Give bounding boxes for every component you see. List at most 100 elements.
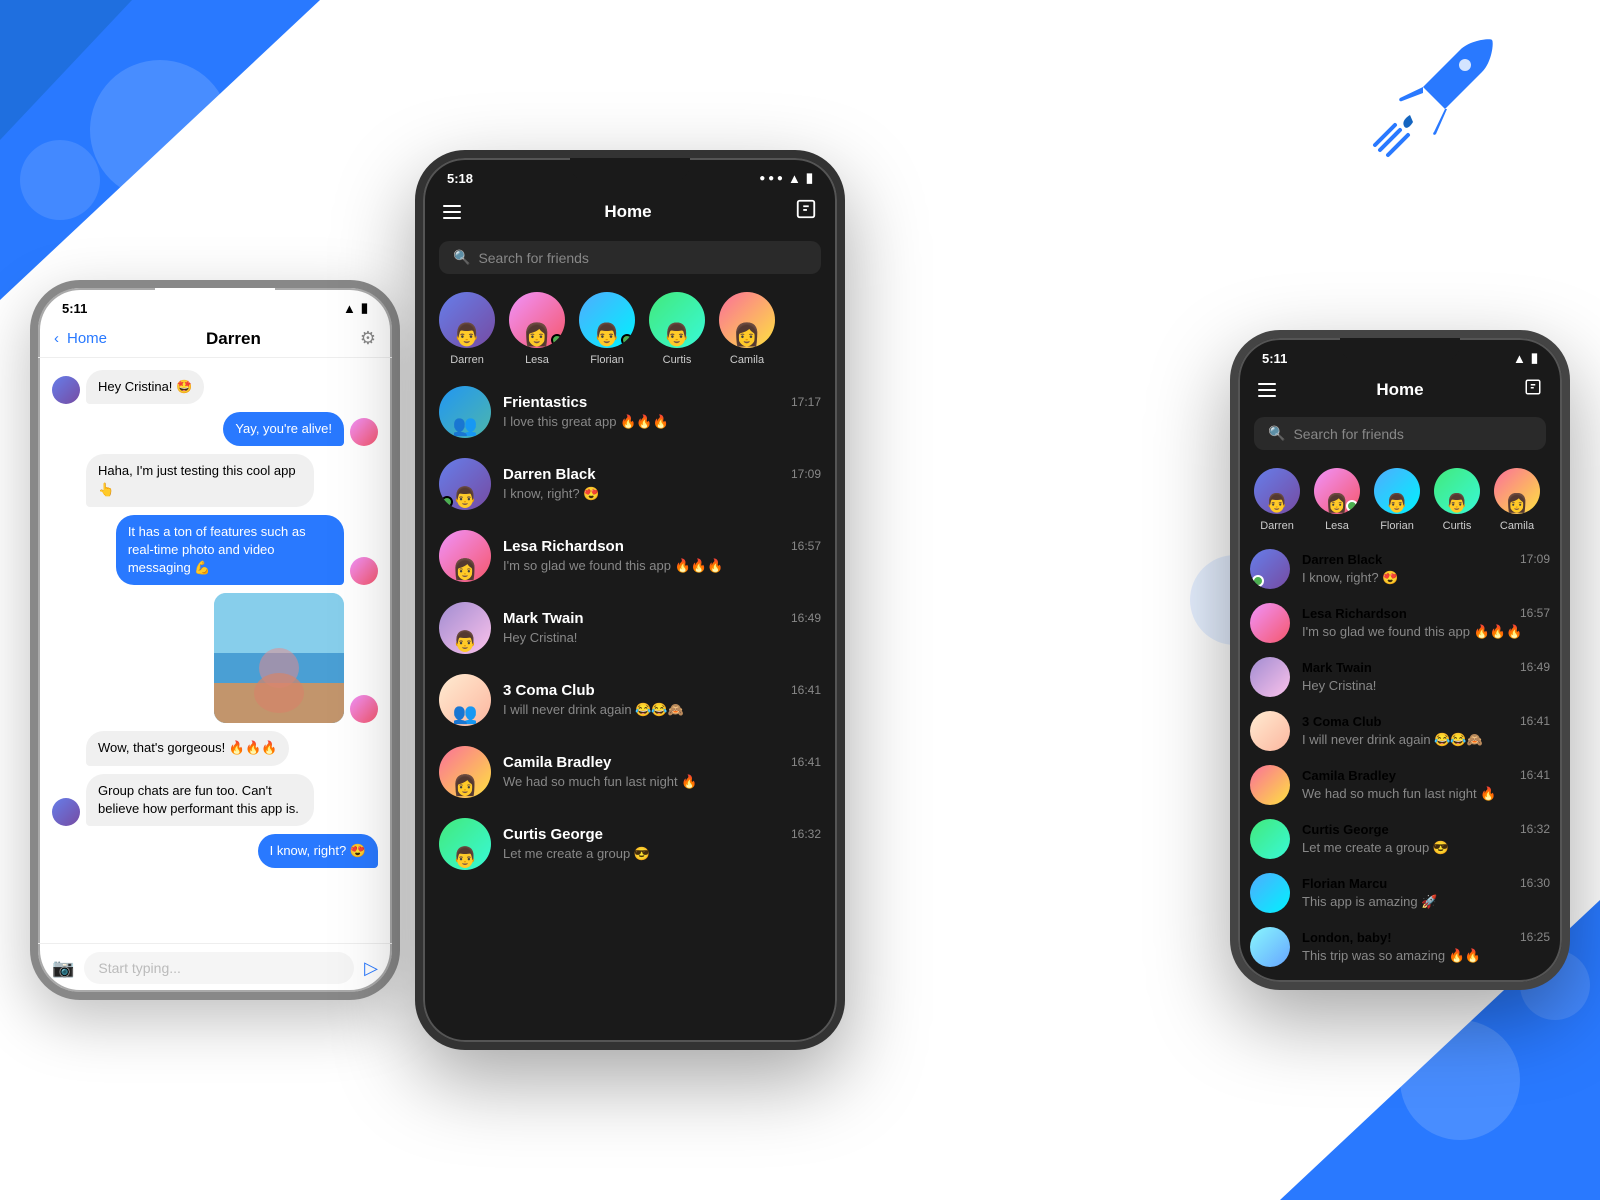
chat-avatar: 👥 — [439, 674, 491, 726]
hamburger-line — [443, 205, 461, 207]
chat-message: I will never drink again 😂😂🙈 — [503, 702, 684, 717]
chat-header: Curtis George 16:32 — [1302, 822, 1550, 837]
chat-name: Mark Twain — [1302, 660, 1372, 675]
wifi-icon-center: ▲ — [788, 171, 801, 186]
chat-avatar: 👥 — [439, 386, 491, 438]
time-center: 5:18 — [447, 171, 473, 186]
chat-time: 16:49 — [791, 611, 821, 625]
story-item[interactable]: 👩 Camila — [1494, 468, 1540, 532]
story-item[interactable]: 👨 Darren — [439, 292, 495, 366]
chat-item[interactable]: Darren Black 17:09 I know, right? 😍 — [1238, 542, 1562, 596]
story-avatar: 👨 — [649, 292, 705, 348]
chat-avatar: 👨 — [439, 458, 491, 510]
chat-name: Mark Twain — [503, 610, 584, 627]
message-bubble: It has a ton of features such as real-ti… — [116, 515, 344, 586]
story-avatar: 👨 — [1254, 468, 1300, 514]
online-indicator — [1346, 500, 1358, 512]
chat-name: Darren Black — [503, 466, 596, 483]
chat-item[interactable]: 3 Coma Club 16:41 I will never drink aga… — [1238, 704, 1562, 758]
message-row: I know, right? 😍 — [52, 834, 378, 868]
input-placeholder: Start typing... — [98, 960, 180, 976]
online-indicator — [551, 334, 563, 346]
message-input[interactable]: Start typing... — [84, 952, 354, 984]
chat-avatar — [1250, 711, 1290, 751]
nav-title-right: Home — [1376, 380, 1423, 400]
bg-circle-1 — [90, 60, 230, 200]
settings-icon[interactable]: ⚙ — [360, 328, 376, 349]
chat-message: Let me create a group 😎 — [1302, 840, 1449, 855]
chat-content: London, baby! 16:25 This trip was so ama… — [1302, 930, 1550, 965]
chat-message: I love this great app 🔥🔥🔥 — [503, 414, 669, 429]
chat-item[interactable]: 👨 Curtis George 16:32 Let me create a gr… — [423, 808, 837, 880]
chat-header: Mark Twain 16:49 — [503, 610, 821, 627]
message-row: Group chats are fun too. Can't believe h… — [52, 774, 378, 826]
story-item[interactable]: 👨 Curtis — [1434, 468, 1480, 532]
chat-item[interactable]: Mark Twain 16:49 Hey Cristina! — [1238, 650, 1562, 704]
chat-message: We had so much fun last night 🔥 — [503, 774, 697, 789]
chat-header: Curtis George 16:32 — [503, 826, 821, 843]
battery-icon-right: ▮ — [1531, 350, 1538, 366]
phone-frame-center: 5:18 ● ● ● ▲ ▮ Home — [415, 150, 845, 1050]
story-item[interactable]: 👩 Lesa — [1314, 468, 1360, 532]
story-item[interactable]: 👨 Florian — [1374, 468, 1420, 532]
compose-icon-right[interactable] — [1524, 378, 1542, 401]
hamburger-line — [1258, 395, 1276, 397]
chat-item[interactable]: Curtis George 16:32 Let me create a grou… — [1238, 812, 1562, 866]
send-icon[interactable]: ▷ — [364, 958, 378, 979]
chat-message: I'm so glad we found this app 🔥🔥🔥 — [503, 558, 723, 573]
back-button[interactable]: ‹ — [54, 330, 59, 347]
chat-name: Frientastics — [503, 394, 587, 411]
wifi-icon-right: ▲ — [1513, 351, 1526, 366]
message-bubble: Wow, that's gorgeous! 🔥🔥🔥 — [86, 731, 289, 765]
story-avatar: 👨 — [439, 292, 495, 348]
back-label[interactable]: Home — [67, 330, 107, 347]
story-item[interactable]: 👨 Curtis — [649, 292, 705, 366]
story-item[interactable]: 👩 Camila — [719, 292, 775, 366]
chat-header: Florian Marcu 16:30 — [1302, 876, 1550, 891]
chat-item[interactable]: Camila Bradley 16:41 We had so much fun … — [1238, 758, 1562, 812]
chat-avatar — [1250, 819, 1290, 859]
chat-avatar — [1250, 549, 1290, 589]
chat-item[interactable]: 👩 Camila Bradley 16:41 We had so much fu… — [423, 736, 837, 808]
story-item[interactable]: 👨 Florian — [579, 292, 635, 366]
photo-message — [214, 593, 344, 723]
chat-avatar — [1250, 603, 1290, 643]
status-icons-right: ▲ ▮ — [1513, 350, 1538, 366]
chat-item[interactable]: Lesa Richardson 16:57 I'm so glad we fou… — [1238, 596, 1562, 650]
hamburger-line — [1258, 389, 1276, 391]
story-name: Florian — [590, 354, 624, 366]
chat-content: Darren Black 17:09 I know, right? 😍 — [503, 466, 821, 503]
conversation-header: ‹ Home Darren ⚙ — [38, 320, 392, 358]
chat-avatar: 👩 — [439, 746, 491, 798]
story-item[interactable]: 👩 Lesa — [509, 292, 565, 366]
chat-item[interactable]: 👩 Lesa Richardson 16:57 I'm so glad we f… — [423, 520, 837, 592]
compose-icon[interactable] — [795, 198, 817, 225]
chat-item[interactable]: Florian Marcu 16:30 This app is amazing … — [1238, 866, 1562, 920]
chat-name: 3 Coma Club — [1302, 714, 1381, 729]
online-dot — [1252, 575, 1264, 587]
chat-item[interactable]: 👨 Mark Twain 16:49 Hey Cristina! — [423, 592, 837, 664]
chat-message: We had so much fun last night 🔥 — [1302, 786, 1496, 801]
message-row: Hey Cristina! 🤩 — [52, 370, 378, 404]
chat-time: 16:57 — [791, 539, 821, 553]
hamburger-menu[interactable] — [443, 205, 461, 219]
search-bar-center[interactable]: 🔍 Search for friends — [439, 241, 821, 274]
search-bar-right[interactable]: 🔍 Search for friends — [1254, 417, 1546, 450]
story-item[interactable]: 👨 Darren — [1254, 468, 1300, 532]
chat-avatar — [1250, 657, 1290, 697]
story-name: Camila — [730, 354, 764, 366]
phone-frame-right: 5:11 ▲ ▮ Home 🔍 — [1230, 330, 1570, 990]
chat-name: Camila Bradley — [1302, 768, 1396, 783]
story-name: Lesa — [1325, 520, 1349, 532]
camera-icon[interactable]: 📷 — [52, 958, 74, 979]
story-avatar: 👨 — [1434, 468, 1480, 514]
chat-item[interactable]: London, baby! 16:25 This trip was so ama… — [1238, 920, 1562, 974]
chat-item[interactable]: 👥 Frientastics 17:17 I love this great a… — [423, 376, 837, 448]
battery-icon-center: ▮ — [806, 170, 813, 186]
chat-time: 17:09 — [791, 467, 821, 481]
hamburger-menu-right[interactable] — [1258, 383, 1276, 397]
chat-item[interactable]: 👨 Darren Black 17:09 I know, right? 😍 — [423, 448, 837, 520]
avatar — [350, 695, 378, 723]
chat-item[interactable]: 👥 3 Coma Club 16:41 I will never drink a… — [423, 664, 837, 736]
chat-content: Frientastics 17:17 I love this great app… — [503, 394, 821, 431]
